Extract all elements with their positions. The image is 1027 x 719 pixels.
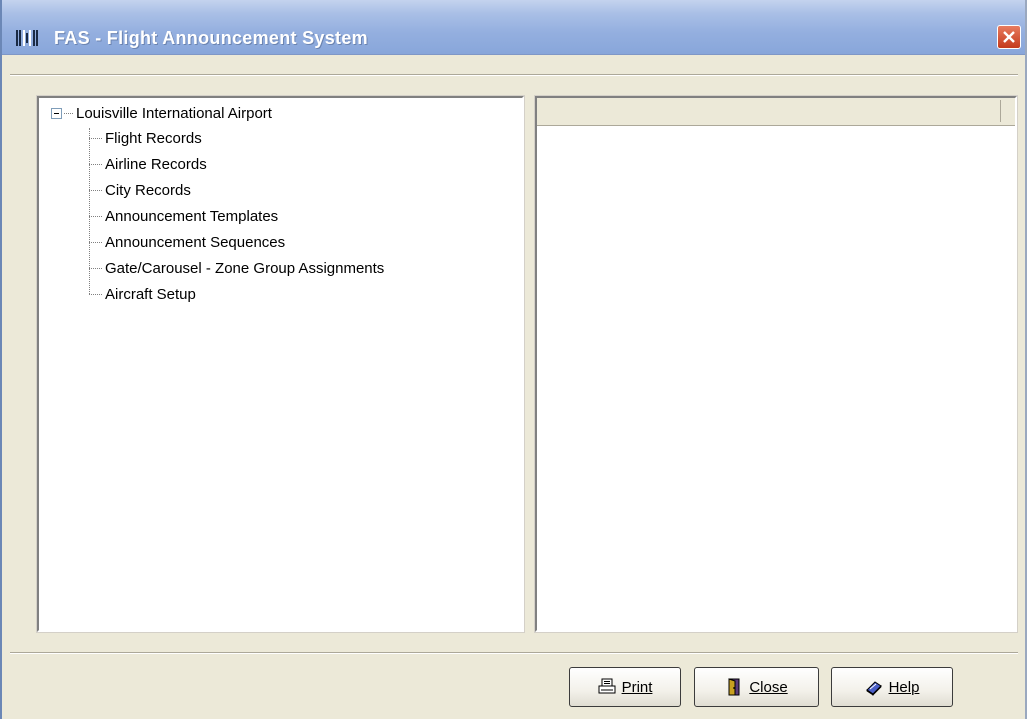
app-logo-icon	[16, 30, 38, 46]
print-button[interactable]: Print	[569, 667, 681, 707]
window-close-button[interactable]	[997, 25, 1021, 49]
tree-view[interactable]: Louisville International Airport Flight …	[36, 95, 525, 633]
book-icon	[865, 681, 882, 696]
title-bar[interactable]: FAS - Flight Announcement System	[2, 0, 1025, 55]
close-button[interactable]: Close	[694, 667, 819, 707]
tree-root-label: Louisville International Airport	[76, 105, 272, 122]
door-icon	[728, 678, 740, 696]
help-button[interactable]: Help	[831, 667, 953, 707]
tree-item-label: City Records	[105, 182, 191, 199]
tree-item-label: Gate/Carousel - Zone Group Assignments	[105, 260, 385, 277]
printer-icon	[598, 678, 616, 694]
tree-item-label: Announcement Sequences	[105, 234, 286, 251]
list-view[interactable]	[534, 95, 1018, 633]
window-title: FAS - Flight Announcement System	[54, 28, 368, 48]
print-button-label: Print	[621, 678, 653, 696]
tree-connector	[89, 128, 90, 294]
list-header	[537, 98, 1015, 126]
tree-item-label: Announcement Templates	[105, 208, 279, 225]
collapse-toggle-icon[interactable]	[51, 108, 62, 119]
bottom-separator	[10, 652, 1018, 654]
tree-item-label: Flight Records	[105, 130, 202, 147]
help-button-label: Help	[888, 678, 920, 696]
list-column-header[interactable]	[539, 100, 1001, 122]
top-separator	[10, 74, 1018, 76]
tree-connector	[64, 113, 73, 114]
close-button-label: Close	[749, 678, 788, 696]
close-icon	[1003, 31, 1015, 43]
tree-item-label: Airline Records	[105, 156, 207, 173]
tree-container: Louisville International Airport Flight …	[39, 98, 522, 630]
tree-item-label: Aircraft Setup	[105, 286, 196, 303]
main-window: FAS - Flight Announcement System Louisvi…	[0, 0, 1027, 719]
